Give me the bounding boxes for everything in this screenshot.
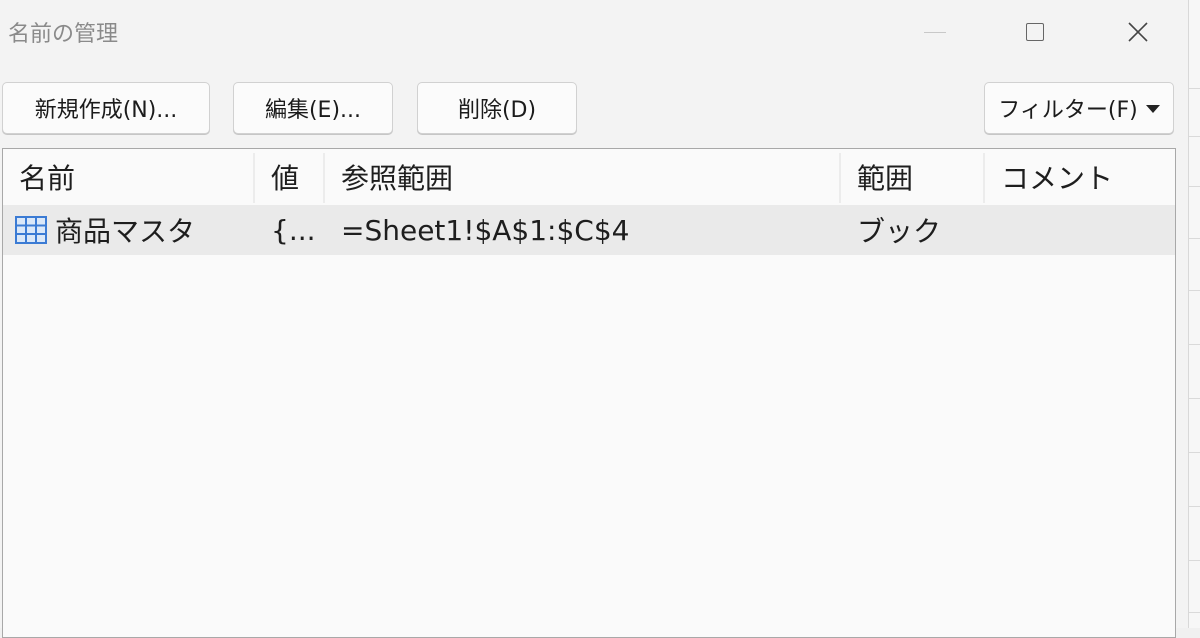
column-header-value[interactable]: 値 [255, 149, 325, 205]
dropdown-caret-icon [1145, 105, 1160, 113]
minimize-icon [924, 31, 946, 33]
row-value: {... [271, 213, 316, 247]
names-list[interactable]: 名前 値 参照範囲 範囲 コメント 商品マスタ {... =Sheet1!$A$… [2, 148, 1176, 638]
background-sheet-edge [1188, 0, 1200, 628]
window-title: 名前の管理 [8, 22, 119, 47]
maximize-button[interactable] [985, 0, 1085, 64]
new-name-button-label: 新規作成(N)... [34, 98, 178, 123]
maximize-icon [1026, 23, 1044, 41]
filter-button-label: フィルター(F) [998, 98, 1138, 123]
column-header-comment[interactable]: コメント [985, 149, 1175, 205]
minimize-button[interactable] [885, 0, 985, 64]
edit-name-button[interactable]: 編集(E)... [233, 82, 393, 134]
title-bar: 名前の管理 [0, 0, 1188, 64]
column-header-name[interactable]: 名前 [3, 149, 255, 205]
list-item[interactable]: 商品マスタ {... =Sheet1!$A$1:$C$4 ブック [3, 205, 1175, 255]
name-manager-dialog: 名前の管理 新規作成(N)... 編集(E)... 削除(D) フィルター(F)… [0, 0, 1188, 638]
column-header-refers-to[interactable]: 参照範囲 [325, 149, 841, 205]
column-header-scope[interactable]: 範囲 [841, 149, 985, 205]
row-name: 商品マスタ [55, 215, 196, 248]
delete-name-button-label: 削除(D) [457, 98, 537, 123]
delete-name-button[interactable]: 削除(D) [417, 82, 577, 134]
row-refers-to: =Sheet1!$A$1:$C$4 [341, 213, 630, 247]
close-icon [1128, 22, 1148, 42]
filter-dropdown-button[interactable]: フィルター(F) [984, 82, 1174, 134]
list-header: 名前 値 参照範囲 範囲 コメント [3, 149, 1175, 205]
close-button[interactable] [1088, 0, 1188, 64]
edit-name-button-label: 編集(E)... [264, 98, 362, 123]
row-scope: ブック [857, 215, 942, 248]
table-icon [15, 216, 47, 244]
new-name-button[interactable]: 新規作成(N)... [2, 82, 210, 134]
